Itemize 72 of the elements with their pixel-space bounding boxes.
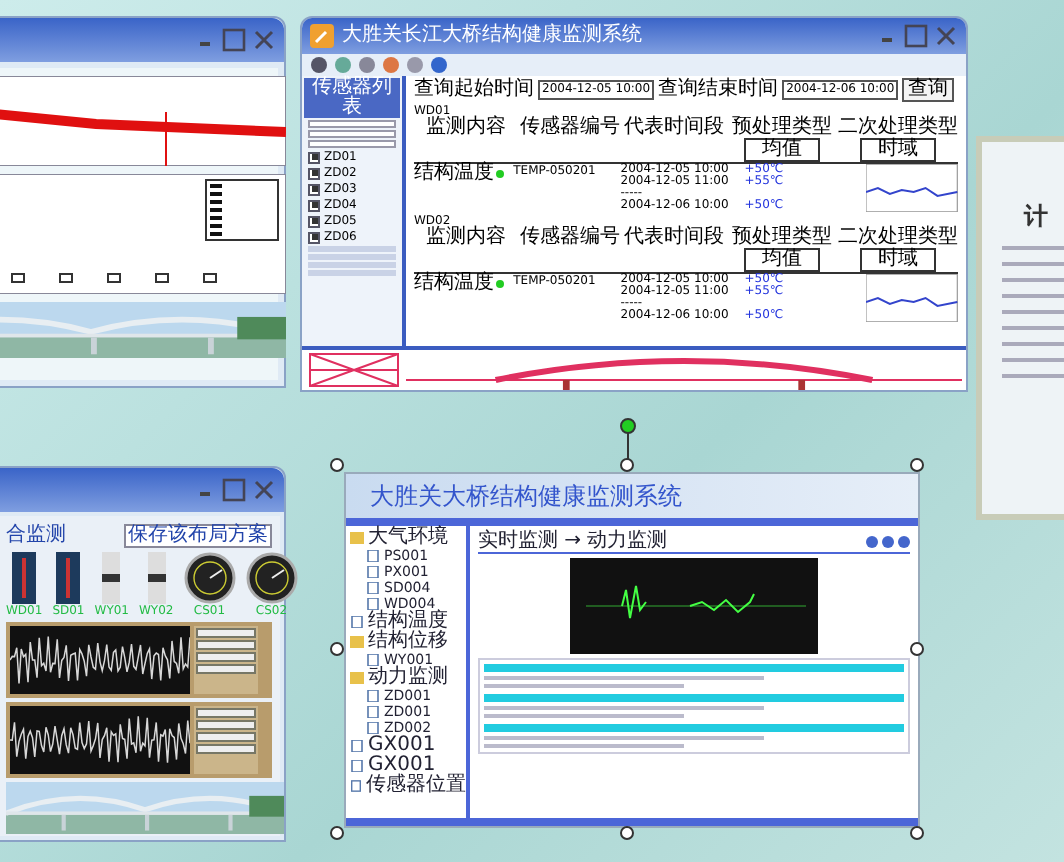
column-header: 预处理类型 [730, 228, 835, 248]
value-field[interactable] [196, 664, 256, 674]
section-heading: 合监测 [6, 526, 66, 546]
column-header: 预处理类型 [730, 118, 835, 138]
save-layout-button[interactable]: 保存该布局方案 [124, 524, 272, 548]
value-field[interactable] [196, 744, 256, 754]
tree-item[interactable]: 结构位移 [368, 632, 448, 652]
close-icon[interactable] [934, 24, 958, 48]
table-cell: 结构温度 [414, 164, 494, 184]
resize-handle[interactable] [330, 642, 344, 656]
value-field[interactable] [196, 708, 256, 718]
dropdown[interactable]: 均值 [744, 248, 821, 272]
panel-title: 传感器列表 [304, 78, 400, 118]
tree-item[interactable]: 结构温度 [368, 612, 448, 632]
tree-item[interactable]: 动力监测 [368, 668, 448, 688]
slider-gauge-icon [147, 552, 166, 604]
dropdown[interactable]: 均值 [744, 138, 821, 162]
query-button[interactable]: 查询 [902, 78, 955, 102]
value-field[interactable] [196, 628, 256, 638]
resize-handle[interactable] [910, 642, 924, 656]
checkbox[interactable] [308, 167, 320, 179]
tree-item[interactable]: 大气环境 [368, 528, 448, 548]
folder-icon [350, 636, 364, 648]
value-field[interactable] [196, 732, 256, 742]
dropdown[interactable]: 时域 [860, 138, 937, 162]
maximize-icon[interactable] [904, 24, 928, 48]
tree-item[interactable]: GX001 [368, 756, 436, 776]
document-icon [366, 654, 380, 666]
column-header: 监测内容 [424, 118, 509, 138]
line-plot [866, 274, 958, 322]
resize-handle[interactable] [620, 826, 634, 840]
resize-handle[interactable] [910, 458, 924, 472]
table-cell: 结构温度 [414, 274, 494, 294]
dropdown[interactable]: 时域 [860, 248, 937, 272]
maximize-icon[interactable] [222, 28, 246, 52]
site-title: 大胜关大桥结构健康监测系统 [370, 484, 682, 508]
folder-icon [350, 672, 364, 684]
column-header: 二次处理类型 [837, 118, 958, 138]
checkbox[interactable] [308, 199, 320, 211]
column-header: 传感器编号 [518, 228, 623, 248]
tree-item[interactable]: 传感器位置 [366, 776, 466, 796]
field-label: 查询结束时间 [658, 80, 779, 100]
folder-icon [350, 532, 364, 544]
breadcrumb: 实时监测 → 动力监测 [478, 530, 668, 552]
thermometer-icon [56, 552, 81, 604]
checkbox[interactable] [308, 151, 320, 163]
column-header: 传感器编号 [518, 118, 623, 138]
resize-handle[interactable] [330, 458, 344, 472]
column-header: 代表时间段 [622, 228, 727, 248]
maximize-icon[interactable] [222, 478, 246, 502]
value-field[interactable] [196, 652, 256, 662]
close-icon[interactable] [252, 478, 276, 502]
column-header: 监测内容 [424, 228, 509, 248]
field-label: 查询起始时间 [414, 80, 534, 100]
value-field[interactable] [196, 640, 256, 650]
resize-handle[interactable] [330, 826, 344, 840]
resize-handle[interactable] [910, 826, 924, 840]
checkbox[interactable] [308, 215, 320, 227]
column-header: 二次处理类型 [837, 228, 958, 248]
column-header: 代表时间段 [622, 118, 727, 138]
checkbox[interactable] [308, 231, 320, 243]
certificate-heading: 计 [1024, 200, 1048, 234]
slider-gauge-icon [102, 552, 121, 604]
tree-item[interactable]: GX001 [368, 736, 436, 756]
checkbox[interactable] [308, 183, 320, 195]
value-field[interactable] [196, 720, 256, 730]
resize-handle[interactable] [620, 458, 634, 472]
line-plot [866, 164, 958, 212]
dial-gauge-icon [183, 552, 236, 604]
thermometer-icon [12, 552, 37, 604]
window-title: 大胜关长江大桥结构健康监测系统 [342, 26, 642, 46]
close-icon[interactable] [252, 28, 276, 52]
